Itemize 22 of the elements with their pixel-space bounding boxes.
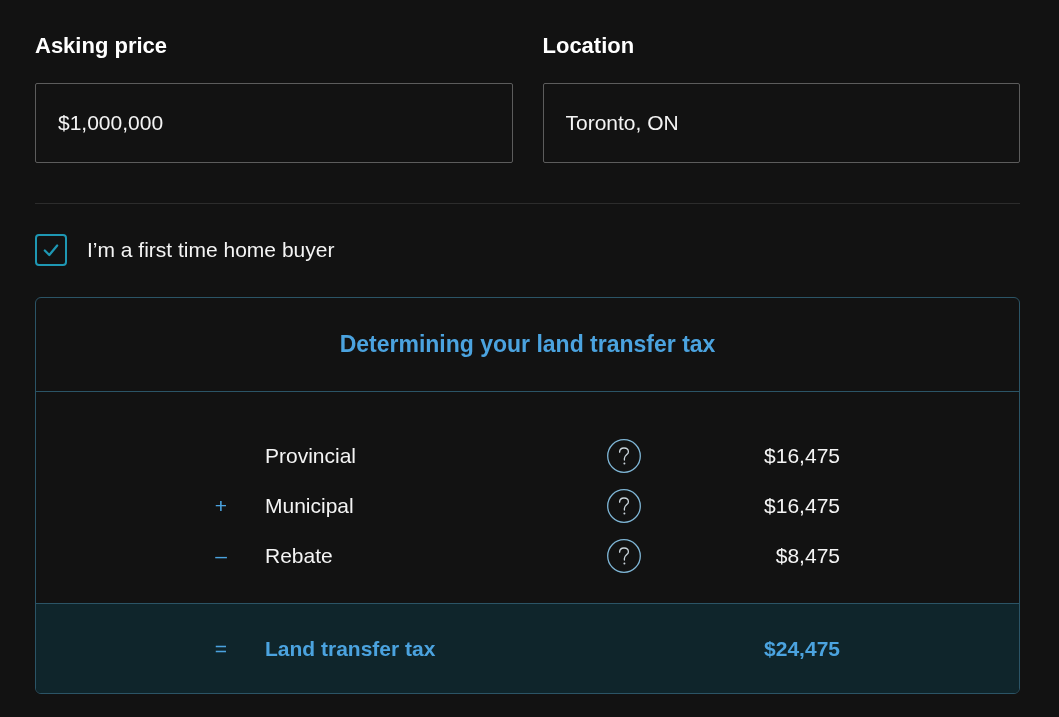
checkmark-icon — [42, 241, 60, 259]
help-icon[interactable] — [607, 539, 641, 573]
operator-sign: – — [215, 544, 227, 568]
help-icon[interactable] — [607, 439, 641, 473]
total-amount: $24,475 — [764, 636, 840, 661]
total-label: Land transfer tax — [265, 636, 437, 661]
field-label: Asking price — [35, 32, 168, 60]
operator-sign: + — [214, 494, 228, 518]
card-title: Determining your land transfer tax — [339, 331, 716, 358]
row-label: Rebate — [265, 544, 334, 568]
row-amount: $8,475 — [775, 544, 840, 568]
row-amount: $16,475 — [764, 444, 840, 468]
checkbox[interactable] — [35, 234, 67, 266]
checkbox-label: I’m a first time home buyer — [87, 238, 335, 262]
operator-sign: = — [214, 636, 228, 661]
row-label: Provincial — [265, 444, 358, 468]
field-label: Location — [542, 32, 635, 60]
row-label: Municipal — [265, 494, 355, 518]
help-icon[interactable] — [607, 489, 641, 523]
input-field[interactable]: $1,000,000 — [35, 83, 513, 163]
row-amount: $16,475 — [764, 494, 840, 518]
input-field[interactable]: Toronto, ON — [542, 83, 1020, 163]
